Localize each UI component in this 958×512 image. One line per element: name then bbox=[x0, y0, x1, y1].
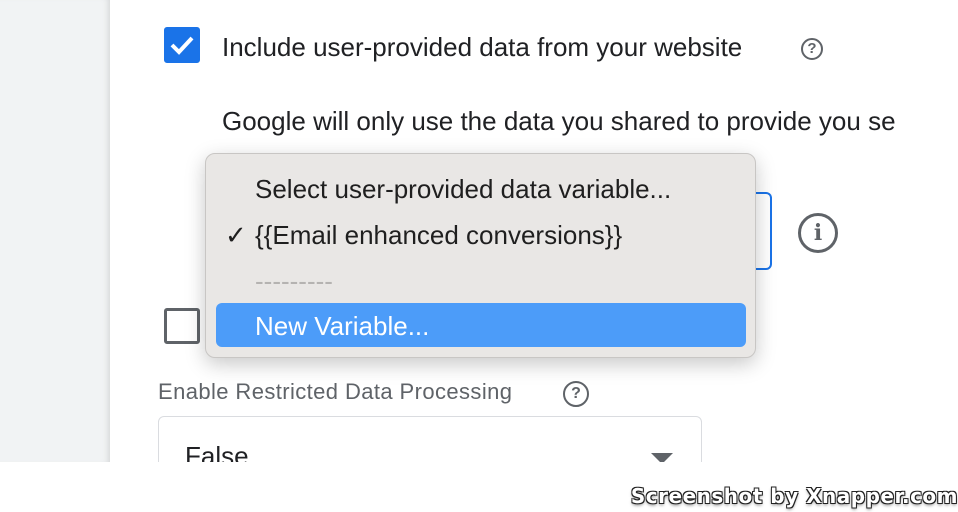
description-line-1: Google will only use the data you shared… bbox=[222, 106, 896, 136]
menu-item-label: {{Email enhanced conversions}} bbox=[255, 220, 623, 250]
chevron-down-icon bbox=[651, 453, 673, 462]
menu-item-label: Select user-provided data variable... bbox=[255, 174, 672, 204]
menu-item-label: New Variable... bbox=[255, 311, 430, 341]
menu-item-select-variable[interactable]: Select user-provided data variable... bbox=[216, 166, 746, 210]
restricted-checkbox[interactable] bbox=[164, 308, 200, 344]
check-icon: ✓ bbox=[225, 220, 247, 250]
include-user-data-checkbox[interactable] bbox=[164, 27, 200, 63]
left-sidebar bbox=[0, 0, 110, 462]
menu-item-email-enhanced-conversions[interactable]: ✓ {{Email enhanced conversions}} bbox=[216, 212, 746, 256]
variable-dropdown-menu: Select user-provided data variable... ✓ … bbox=[205, 153, 756, 358]
help-circle-icon[interactable]: ? bbox=[563, 381, 589, 407]
menu-item-new-variable[interactable]: New Variable... bbox=[216, 303, 746, 347]
watermark: Screenshot by Xnapper.com bbox=[630, 484, 958, 508]
checkmark-icon bbox=[170, 36, 194, 55]
rdp-select[interactable]: False bbox=[158, 416, 702, 462]
menu-separator: --------- bbox=[216, 258, 746, 302]
help-circle-icon[interactable]: ? bbox=[801, 38, 823, 60]
rdp-label: Enable Restricted Data Processing bbox=[158, 379, 513, 404]
rdp-select-value: False bbox=[185, 441, 249, 462]
info-icon[interactable]: i bbox=[798, 213, 838, 253]
include-user-data-label: Include user-provided data from your web… bbox=[222, 32, 743, 62]
separator-label: --------- bbox=[255, 266, 333, 296]
